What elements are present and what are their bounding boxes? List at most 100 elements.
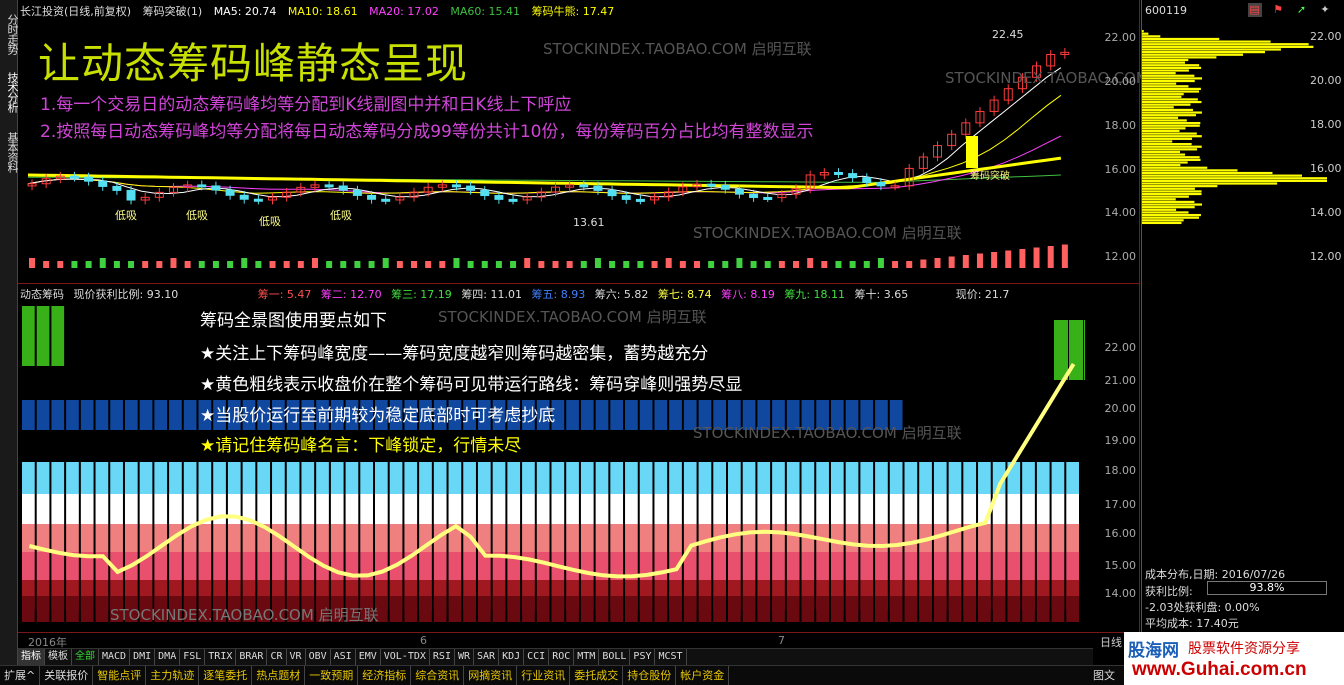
chip-band-cell [492,596,506,622]
tab-technical[interactable]: 技术分析 [0,66,19,118]
indicator-tab[interactable]: VR [287,649,306,665]
indicator-tab[interactable]: KDJ [499,649,525,665]
indicator-tab[interactable]: MTM [574,649,600,665]
tip-item: ★请记住筹码峰名言：下峰锁定，行情未尽 [200,436,522,456]
chip-band-cell [213,462,226,494]
tab-intraday[interactable]: 分时走势 [0,8,19,60]
chip-profile-bar [1142,77,1202,80]
chip-band-cell [154,494,168,524]
arrow-icon[interactable]: ➚ [1295,3,1309,17]
chip-band-cell [198,524,212,552]
function-tab[interactable]: 逐笔委托 [199,666,253,685]
function-tab[interactable]: 经济指标 [358,666,412,685]
volume-bar [326,261,333,268]
indicator-tab[interactable]: FSL [180,649,206,665]
indicator-tab[interactable]: CR [267,649,287,665]
function-tab[interactable]: 扩展^ [0,666,41,685]
star-icon[interactable]: ✦ [1318,3,1332,17]
chip-band-cell [551,524,565,552]
kline-chart[interactable]: 长江投资(日线,前复权) 筹码突破(1) MA5: 20.74 MA10: 18… [18,0,1214,284]
volume-bar [736,258,743,268]
volume-bar [354,261,361,268]
chip-band-cell [389,596,403,622]
function-tab[interactable]: 网摘资讯 [464,666,518,685]
graphic-text-button[interactable]: 图文 [1093,667,1115,683]
chip-band-cell [51,596,65,622]
function-tab[interactable]: 帐户资金 [676,666,730,685]
function-tab[interactable]: 行业资讯 [517,666,571,685]
chip-band-cell [551,494,565,524]
chip-profile-bar [1142,45,1314,48]
indicator-tab[interactable]: VOL-TDX [381,649,430,665]
function-tab[interactable]: 主力轨迹 [146,666,200,685]
flag-icon[interactable]: ⚑ [1271,3,1285,17]
chip-profile-bar [1142,129,1180,133]
chip-band-cell [404,494,418,524]
chip-chart[interactable]: 动态筹码 现价获利比例: 93.10 筹一: 5.47 筹二: 12.70 筹三… [18,284,1140,632]
volume-bar [835,261,842,268]
volume-bar [85,261,92,268]
chip-band-cell [257,494,271,524]
indicator-tab[interactable]: 模板 [45,649,72,665]
function-tab[interactable]: 智能点评 [93,666,147,685]
indicator-tab[interactable]: 指标 [18,649,45,665]
indicator-tab[interactable]: OBV [306,649,331,665]
indicator-tab[interactable]: RSI [430,649,455,665]
chip-band-cell [786,552,800,580]
volume-bar [566,261,573,268]
candle-body [579,184,589,188]
indicator-tab[interactable]: DMA [155,649,181,665]
function-tab[interactable]: 综合资讯 [411,666,465,685]
chip-profile-bar [1142,64,1200,67]
indicator-tab[interactable]: WR [455,649,475,665]
indicator-tab[interactable]: SAR [474,649,500,665]
volume-bar [750,261,757,268]
volume-bar [863,261,870,268]
chip-band-cell [1022,552,1035,580]
chip-band-cell [272,462,285,494]
dip-label: 低吸 [186,209,208,222]
function-tab[interactable]: 热点题材 [252,666,306,685]
indicator-tab[interactable]: MACD [99,649,131,665]
profit-ratio-bar: 93.8% [1207,581,1327,595]
chip-profile-bar [1142,140,1173,143]
indicator-tab[interactable]: CCI [524,649,550,665]
chip-band-cell [595,596,609,622]
chip-band-cell [566,596,579,622]
y-tick: 18.00 [1104,119,1137,132]
y-tick: 20.00 [1104,402,1137,415]
volume-bar [849,261,856,268]
candle-body [706,183,716,187]
indicator-tab[interactable]: BRAR [236,649,268,665]
chip-band-cell [433,462,447,494]
indicator-tab[interactable]: DMI [130,649,156,665]
chart-icon[interactable]: ▤ [1247,3,1262,17]
chip-profile-bar [1142,192,1202,196]
indicator-tab[interactable]: TRIX [205,649,237,665]
indicator-tab[interactable]: EMV [356,649,381,665]
chip-band-cell [389,462,403,494]
chip-band-cell [227,524,241,552]
function-tab[interactable]: 一致预期 [305,666,359,685]
tab-fundamentals[interactable]: 基本资料 [0,124,19,180]
chip-band-cell [713,552,726,580]
y-tick: 20.00 [1310,74,1342,87]
chip-band-cell [889,596,903,622]
chip-band-cell [757,524,771,552]
chip-band-cell [933,462,947,494]
dist-date-line: 成本分布,日期: 2016/07/26 [1145,566,1285,582]
volume-bar [609,261,616,268]
indicator-tab[interactable]: PSY [630,649,656,665]
chip-band-cell [786,462,800,494]
chip-profile-bar [1142,58,1189,62]
indicator-tab[interactable]: MCST [655,649,687,665]
indicator-tab[interactable]: 全部 [72,649,99,665]
function-tab[interactable]: 持仓股份 [623,666,677,685]
indicator-tab[interactable]: ROC [549,649,575,665]
function-tab[interactable]: 关联报价 [40,666,94,685]
function-tab[interactable]: 委托成交 [570,666,624,685]
volume-bar [439,261,446,268]
indicator-tab[interactable]: BOLL [599,649,631,665]
indicator-tab[interactable]: ASI [331,649,356,665]
y-tick: 12.00 [1310,250,1342,263]
